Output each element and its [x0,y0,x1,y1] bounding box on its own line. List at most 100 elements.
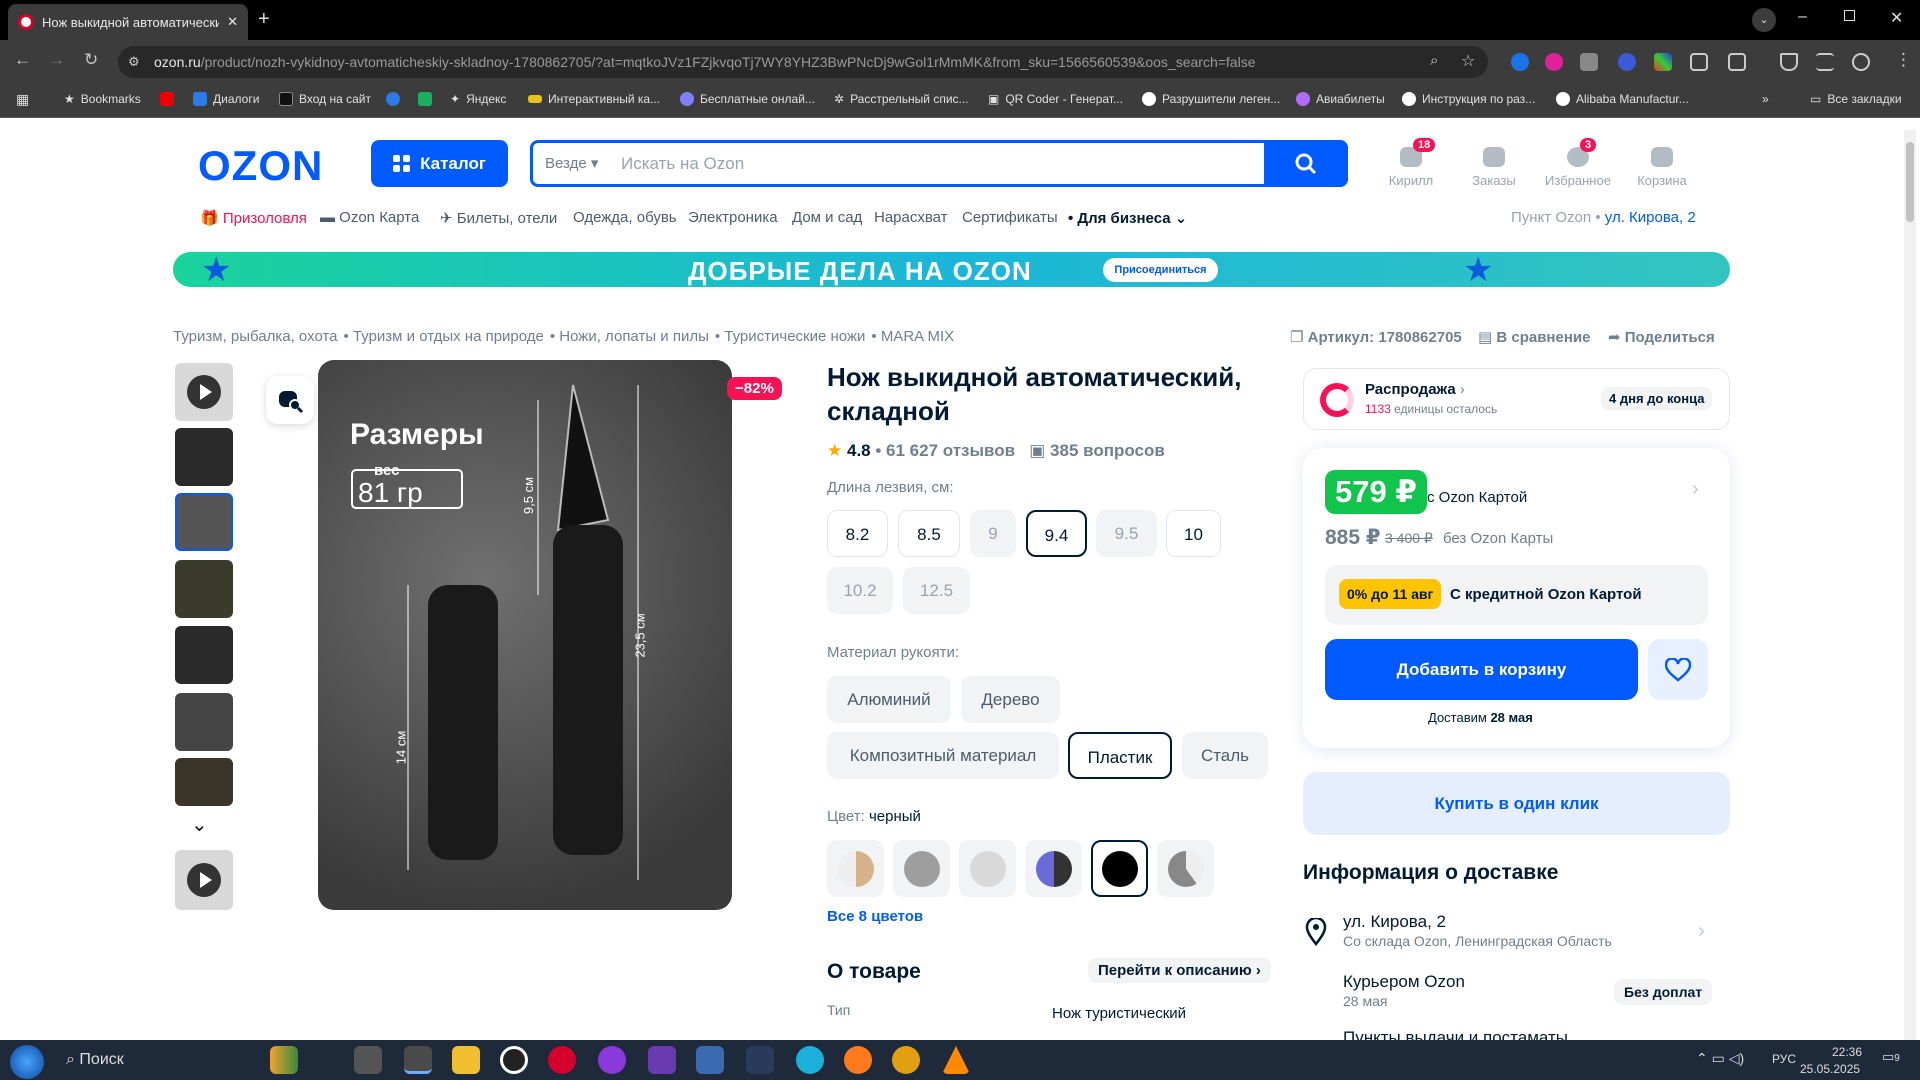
add-to-favorites-button[interactable] [1648,639,1708,700]
compare-button[interactable]: ▤ В сравнение [1478,328,1590,346]
back-icon[interactable]: ← [14,50,31,70]
thumbnail-image[interactable] [175,758,233,806]
extension-1-icon[interactable] [1511,53,1529,71]
pickup-point[interactable]: Пункт Ozon • ул. Кирова, 2 [1511,209,1696,226]
nav-item-tickets[interactable]: ✈ Билеты, отели [440,209,557,227]
bookmark-item[interactable] [418,92,432,106]
profile-icon[interactable] [1852,53,1870,71]
material-option[interactable]: Дерево [961,676,1060,723]
address-bar[interactable]: ozon.ru/product/nozh-vykidnoy-avtomatich… [118,46,1488,78]
edge-taskbar-icon[interactable] [796,1046,824,1074]
bookmark-item[interactable]: Авиабилеты [1296,92,1385,106]
blade-option[interactable]: 8.2 [827,510,888,557]
task-view-icon[interactable] [354,1046,382,1074]
firefox-taskbar-icon[interactable] [844,1046,872,1074]
catalog-button[interactable]: Каталог [371,140,508,187]
search-input[interactable] [621,151,1221,177]
blade-option[interactable]: 8.5 [898,510,960,557]
bookmark-item[interactable]: Вход на сайт [279,92,371,106]
bookmark-star-icon[interactable]: ☆ [1461,51,1475,71]
new-tab-icon[interactable]: + [258,8,270,31]
bookmark-item[interactable]: ★ Bookmarks [64,92,141,106]
app-taskbar-icon[interactable] [746,1046,774,1074]
close-window-icon[interactable]: ✕ [1890,8,1903,28]
clock-time[interactable]: 22:36 [1820,1045,1862,1059]
search-button[interactable] [1264,140,1348,187]
taskbar-search[interactable]: ⌕ Поиск [66,1051,124,1069]
orders-link[interactable]: Заказы [1454,142,1534,188]
app-taskbar-icon[interactable] [648,1046,676,1074]
breadcrumb-item[interactable]: MARA MIX [881,328,954,345]
restore-icon[interactable] [1844,10,1855,21]
blade-option[interactable]: 10 [1166,510,1221,557]
tray-icons[interactable]: ⌃ ▭ ◁) [1696,1050,1744,1067]
search-scope-select[interactable]: Везде ▾ [545,154,598,172]
thumbnail-image-selected[interactable] [175,493,233,551]
minimize-icon[interactable]: – [1798,8,1807,26]
nav-item-business[interactable]: • Для бизнеса ⌄ [1068,209,1187,227]
blade-option[interactable]: 9.5 [1096,510,1157,557]
forward-icon[interactable]: → [48,50,65,70]
add-to-cart-button[interactable]: Добавить в корзину [1325,639,1638,700]
blade-option[interactable]: 9 [970,510,1016,557]
thumbnail-image[interactable] [175,693,233,751]
reading-list-icon[interactable] [1816,53,1834,71]
image-search-button[interactable] [266,376,314,424]
bookmarks-overflow-icon[interactable]: » [1762,92,1769,106]
breadcrumb-item[interactable]: Туризм, рыбалка, охота [173,328,338,345]
app-taskbar-icon[interactable] [696,1046,724,1074]
article-copy[interactable]: ❐ Артикул: 1780862705 [1290,328,1462,346]
thumbnail-video[interactable] [175,363,233,421]
blade-option[interactable]: 12.5 [903,567,970,614]
nav-item-home[interactable]: Дом и сад [792,209,862,226]
nav-item-electronics[interactable]: Электроника [688,209,778,226]
all-bookmarks[interactable]: ▭ Все закладки [1810,92,1902,106]
nav-item-clothes[interactable]: Одежда, обувь [573,209,677,226]
chrome-taskbar-icon[interactable] [404,1046,432,1074]
opera-taskbar-icon[interactable] [548,1046,576,1074]
breadcrumb-item[interactable]: Туристические ножи [724,328,865,345]
chevron-right-icon[interactable]: › [1698,920,1705,943]
blade-option-selected[interactable]: 9.4 [1026,510,1087,557]
labs-icon[interactable] [1780,53,1798,71]
buy-one-click-button[interactable]: Купить в один клик [1303,772,1730,835]
tab-search-icon[interactable]: ⌄ [1752,8,1776,32]
material-option[interactable]: Алюминий [827,676,951,723]
ozon-logo[interactable]: OZON [198,142,323,190]
credit-offer[interactable]: 0% до 11 авг С кредитной Ozon Картой [1325,565,1708,625]
sale-block[interactable]: Распродажа › 1133 единицы осталось 4 дня… [1303,368,1730,430]
bookmark-item[interactable]: Интерактивный ка... [528,92,660,106]
page-scrollbar[interactable] [1904,130,1916,1040]
thumbnail-image[interactable] [175,560,233,618]
extension-5-icon[interactable] [1654,53,1672,71]
chevron-down-icon[interactable]: ⌄ [191,812,208,837]
favorites-link[interactable]: 3 Избранное [1538,138,1618,188]
bookmark-item[interactable]: ✦ Яндекс [450,92,506,106]
nav-item-ozon-card[interactable]: ▬ Ozon Карта [320,209,419,226]
color-swatch[interactable] [1025,840,1082,897]
rating-row[interactable]: ★ 4.8 • 61 627 отзывов ▣ 385 вопросов [827,441,1165,461]
bookmark-item[interactable]: Диалоги [193,92,259,106]
nav-item-hot[interactable]: Нарасхват [874,209,948,226]
bookmark-item[interactable]: ▣ QR Coder - Генерат... [988,92,1123,106]
extensions-icon[interactable] [1728,53,1746,71]
breadcrumb-item[interactable]: Ножи, лопаты и пилы [559,328,709,345]
taskbar-widget-icon[interactable] [270,1046,298,1074]
bookmark-item[interactable]: Инструкция по раз... [1402,92,1535,106]
product-main-image[interactable]: Размеры вес 81 гр 9,5 см 23,5 см 14 см [318,360,732,910]
chevron-right-icon[interactable]: › [1692,478,1699,501]
apps-grid-icon[interactable]: ▦ [16,91,29,108]
extension-2-icon[interactable] [1545,53,1563,71]
reload-icon[interactable]: ↻ [84,50,98,70]
extension-6-icon[interactable] [1690,53,1708,71]
color-swatch[interactable] [827,840,884,897]
language-indicator[interactable]: РУС [1772,1052,1796,1066]
bookmark-item[interactable] [386,92,400,106]
color-swatch[interactable] [893,840,950,897]
promo-banner[interactable]: ★ ★ ДОБРЫЕ ДЕЛА НА OZON Присоединиться [173,252,1730,287]
material-option-selected[interactable]: Пластик [1068,732,1172,779]
browser-tab[interactable]: Нож выкидной автоматический, ... ✕ [8,4,248,40]
material-option[interactable]: Композитный материал [827,732,1059,779]
close-tab-icon[interactable]: ✕ [227,14,238,30]
color-swatch[interactable] [1157,840,1214,897]
